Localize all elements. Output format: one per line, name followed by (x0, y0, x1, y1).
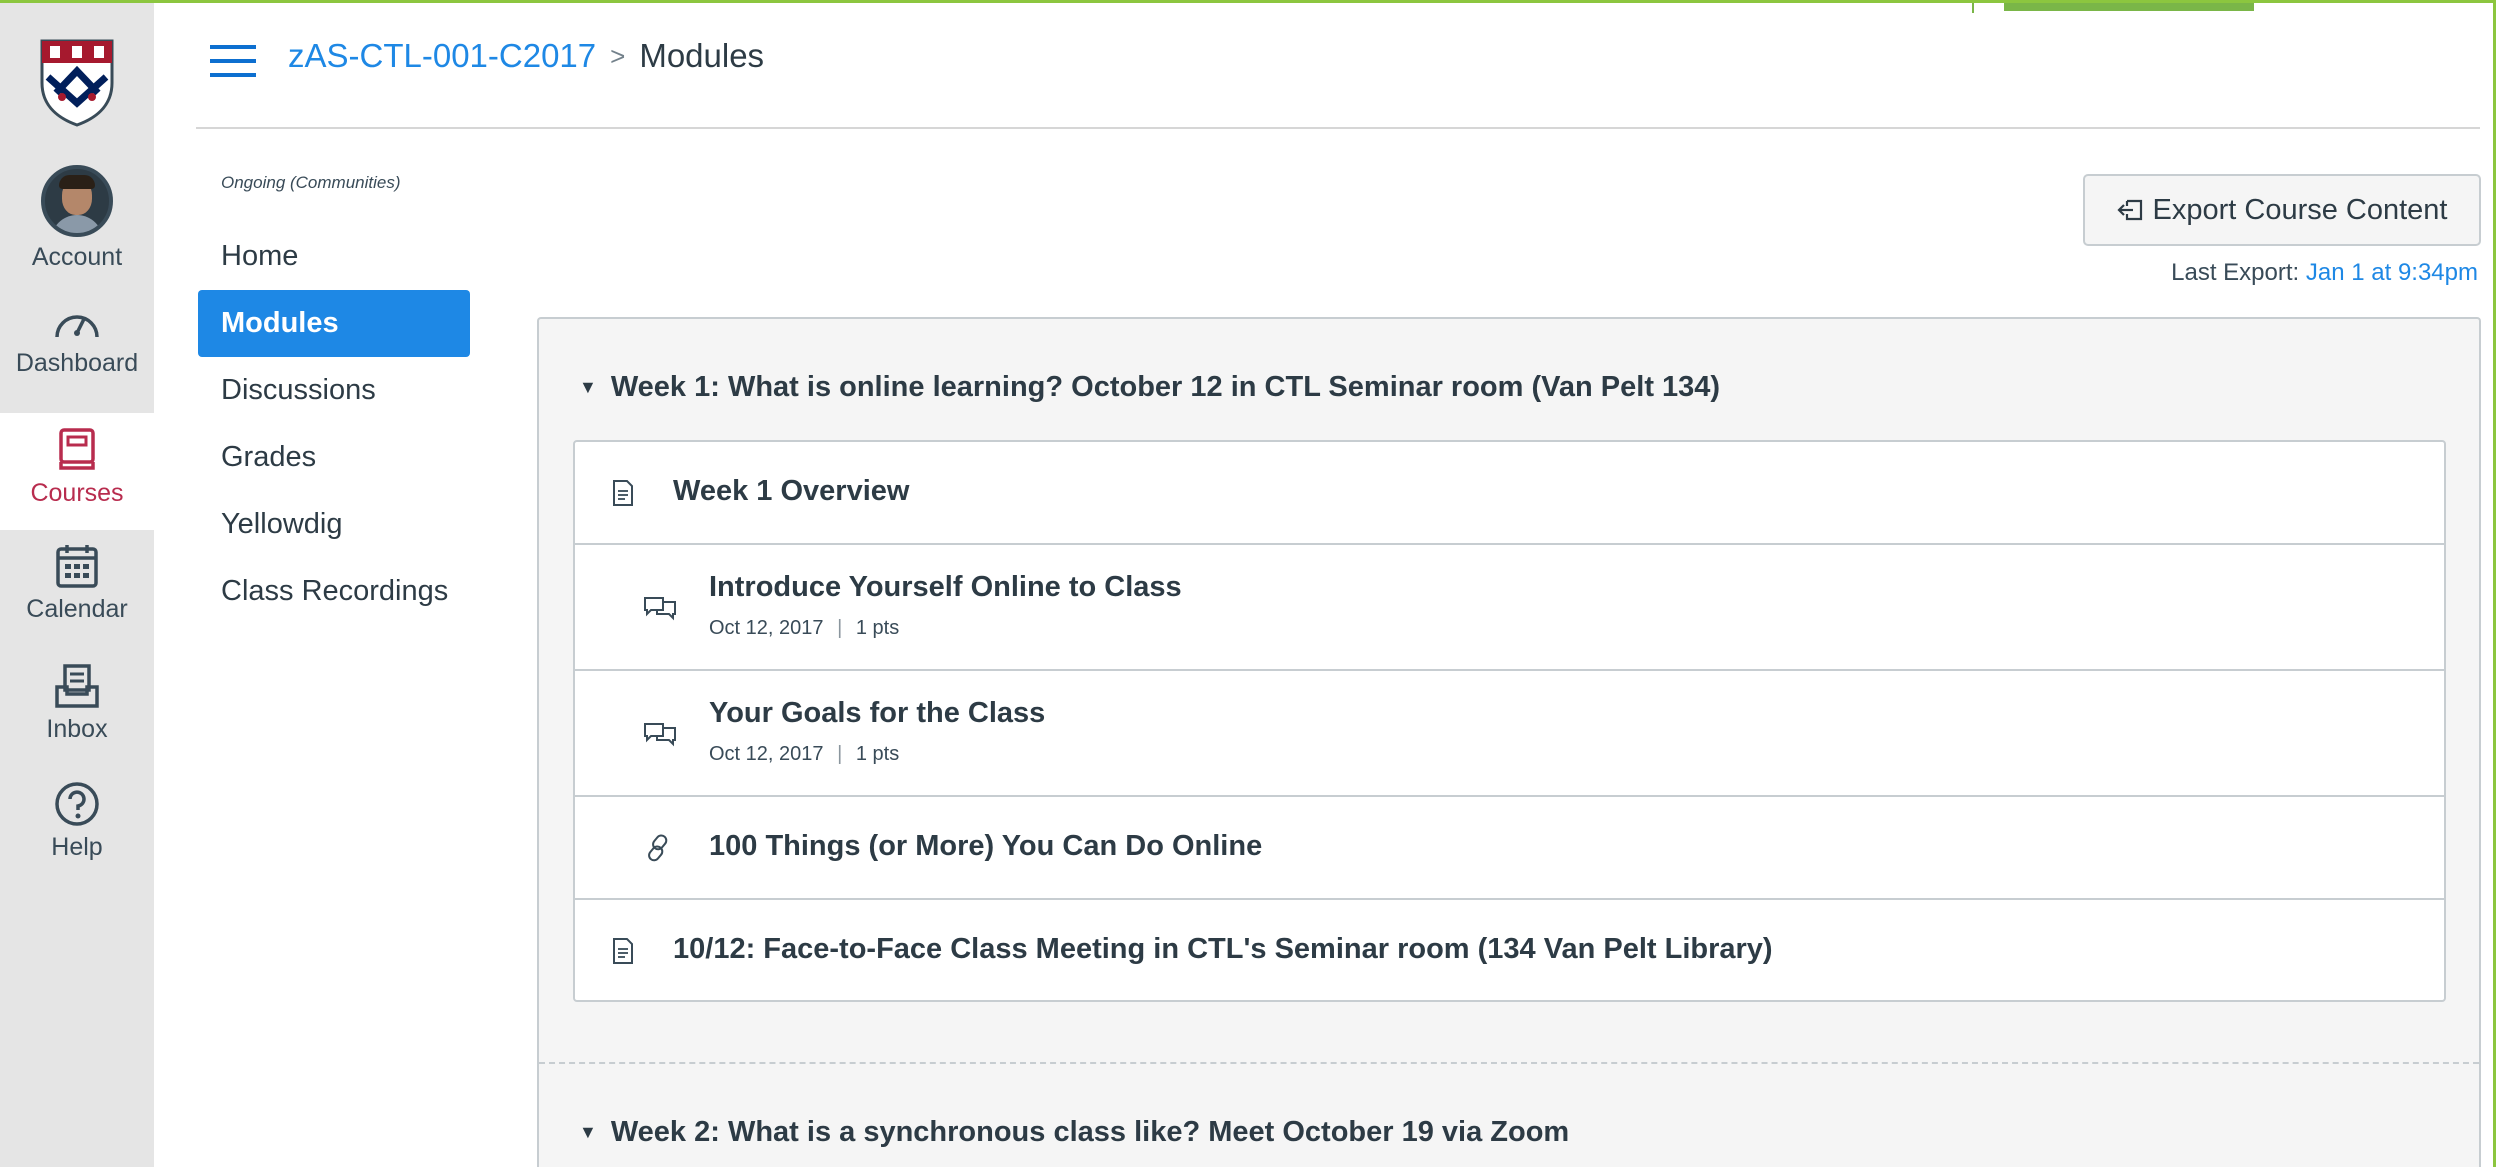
page-icon (613, 479, 633, 506)
export-button-label: Export Course Content (2152, 193, 2448, 226)
global-nav-dashboard[interactable]: Dashboard (0, 303, 154, 378)
collapse-caret-icon[interactable]: ▼ (579, 377, 597, 398)
breadcrumb-course-link[interactable]: zAS-CTL-001-C2017 (288, 37, 596, 75)
due-date: Oct 12, 2017 (709, 617, 824, 639)
course-menu-toggle-icon[interactable] (210, 45, 256, 77)
inbox-icon (55, 664, 99, 708)
course-nav-home[interactable]: Home (198, 223, 470, 290)
global-nav-label: Account (31, 243, 123, 271)
last-export-info: Last Export: Jan 1 at 9:34pm (2171, 259, 2478, 287)
discussion-icon (644, 597, 676, 621)
module-item[interactable]: 100 Things (or More) You Can Do Online (575, 797, 2444, 900)
course-nav-class-recordings[interactable]: Class Recordings (198, 558, 470, 625)
breadcrumb-current: Modules (639, 37, 765, 74)
course-nav-discussions[interactable]: Discussions (198, 357, 470, 424)
due-date: Oct 12, 2017 (709, 743, 824, 765)
calendar-icon (56, 545, 98, 588)
module-header-week-2[interactable]: ▼ Week 2: What is a synchronous class li… (579, 1116, 1569, 1149)
global-nav-label: Inbox (46, 715, 108, 743)
module-item[interactable]: Introduce Yourself Online to Class Oct 1… (575, 545, 2444, 671)
page-header: zAS-CTL-001-C2017 > Modules (196, 3, 2480, 129)
module-divider (539, 1062, 2479, 1064)
breadcrumb-separator: > (610, 40, 626, 71)
points: 1 pts (855, 743, 900, 765)
help-icon (55, 782, 99, 826)
module-item[interactable]: 10/12: Face-to-Face Class Meeting in CTL… (575, 900, 2444, 1002)
module-item-title[interactable]: Your Goals for the Class (709, 697, 1045, 730)
courses-icon (59, 428, 95, 470)
dashboard-icon (55, 315, 99, 338)
module-items-list: Week 1 Overview Introduce Yourself Onlin… (573, 440, 2446, 1002)
link-icon (648, 833, 668, 861)
module-item-meta: Oct 12, 2017 | 1 pts (709, 617, 900, 639)
course-nav-grades[interactable]: Grades (198, 424, 470, 491)
module-title: Week 2: What is a synchronous class like… (610, 1116, 1570, 1148)
window-frame: Account Dashboard Courses Calendar Inbox… (0, 0, 2496, 1167)
global-nav-label: Calendar (26, 595, 128, 623)
breadcrumb: zAS-CTL-001-C2017 > Modules (288, 37, 764, 75)
module-item-title[interactable]: Week 1 Overview (673, 475, 909, 508)
module-item-title[interactable]: Introduce Yourself Online to Class (709, 571, 1182, 604)
module-item-meta: Oct 12, 2017 | 1 pts (709, 743, 900, 765)
discussion-icon (644, 723, 676, 747)
university-logo[interactable] (38, 37, 116, 127)
module-title: Week 1: What is online learning? October… (610, 371, 1721, 403)
modules-container: ▼ Week 1: What is online learning? Octob… (537, 317, 2481, 1167)
page-icon (613, 938, 633, 964)
global-nav-inbox[interactable]: Inbox (0, 663, 154, 744)
last-export-label: Last Export: (2171, 259, 2300, 286)
points: 1 pts (855, 617, 900, 639)
collapse-caret-icon[interactable]: ▼ (579, 1122, 597, 1143)
module-item-title[interactable]: 10/12: Face-to-Face Class Meeting in CTL… (673, 933, 1773, 966)
global-nav-label: Dashboard (15, 349, 139, 377)
global-nav-label: Help (51, 833, 103, 861)
global-nav-courses[interactable]: Courses (0, 413, 154, 530)
last-export-link[interactable]: Jan 1 at 9:34pm (2306, 259, 2478, 286)
global-nav: Account Dashboard Courses Calendar Inbox… (0, 3, 154, 1167)
course-nav-yellowdig[interactable]: Yellowdig (198, 491, 470, 558)
module-item[interactable]: Your Goals for the Class Oct 12, 2017 | … (575, 671, 2444, 797)
export-icon (2116, 199, 2142, 221)
global-nav-label: Courses (30, 479, 124, 507)
global-nav-help[interactable]: Help (0, 781, 154, 862)
module-item[interactable]: Week 1 Overview (575, 442, 2444, 545)
avatar (41, 165, 113, 237)
export-course-content-button[interactable]: Export Course Content (2083, 174, 2481, 246)
module-header-week-1[interactable]: ▼ Week 1: What is online learning? Octob… (579, 371, 1720, 404)
global-nav-account[interactable]: Account (0, 165, 154, 272)
course-term: Ongoing (Communities) (221, 173, 401, 192)
module-item-title[interactable]: 100 Things (or More) You Can Do Online (709, 830, 1262, 863)
course-nav: Ongoing (Communities) Home Modules Discu… (198, 173, 470, 625)
global-nav-calendar[interactable]: Calendar (0, 543, 154, 624)
course-nav-modules[interactable]: Modules (198, 290, 470, 357)
